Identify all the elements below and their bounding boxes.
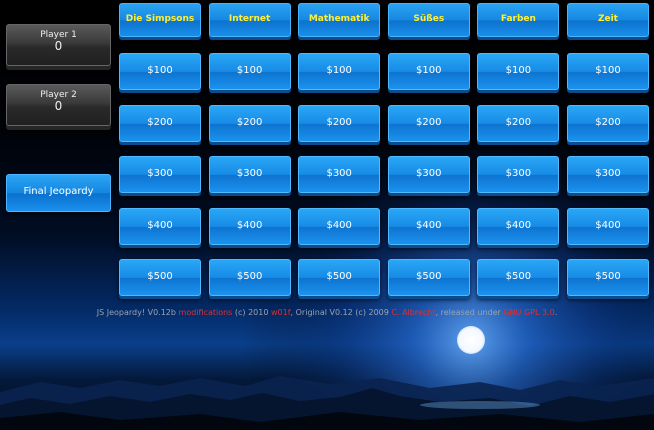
player-2-score-panel: Player 2 0 (6, 84, 111, 126)
category-header: Süßes (387, 3, 470, 37)
category-header: Farben (477, 3, 560, 37)
player-1-score-panel: Player 1 0 (6, 24, 111, 66)
question-tile[interactable]: $300 (119, 156, 201, 194)
jeopardy-board: Die Simpsons Internet Mathematik Süßes Farbe… (119, 3, 649, 311)
footer-text: , released under (435, 308, 504, 317)
question-tile[interactable]: $100 (477, 53, 560, 90)
question-tile[interactable]: $100 (119, 53, 201, 90)
question-tile[interactable]: $500 (119, 259, 201, 297)
c-albrecht-link[interactable]: C. Albrecht (391, 308, 435, 317)
player-1-score: 0 (54, 39, 63, 53)
question-tile[interactable]: $500 (477, 259, 560, 297)
question-tile[interactable]: $100 (298, 53, 381, 90)
question-tile[interactable]: $300 (477, 156, 560, 194)
player-2-score: 0 (54, 99, 63, 113)
category-header: Internet (208, 3, 291, 37)
gnu-gpl-link[interactable]: GNU GPL 3.0 (503, 308, 554, 317)
question-tile[interactable]: $500 (566, 259, 649, 297)
category-header: Zeit (566, 3, 649, 37)
footer-credits: JS Jeopardy! V0.12b modifications (c) 20… (0, 308, 654, 317)
question-tile[interactable]: $400 (387, 207, 470, 245)
question-tile[interactable]: $100 (387, 53, 470, 90)
question-tile[interactable]: $500 (387, 259, 470, 297)
question-tile[interactable]: $100 (566, 53, 649, 90)
moon-icon (457, 326, 485, 354)
w01f-link[interactable]: w01f (271, 308, 291, 317)
question-tile[interactable]: $200 (208, 104, 291, 142)
question-tile[interactable]: $400 (566, 207, 649, 245)
question-tile[interactable]: $200 (566, 104, 649, 142)
category-header: Die Simpsons (119, 3, 201, 37)
question-tile[interactable]: $400 (208, 207, 291, 245)
question-tile[interactable]: $400 (119, 207, 201, 245)
footer-text: , Original V0.12 (c) 2009 (290, 308, 392, 317)
category-header: Mathematik (298, 3, 381, 37)
question-tile[interactable]: $400 (298, 207, 381, 245)
question-tile[interactable]: $100 (208, 53, 291, 90)
final-jeopardy-button[interactable]: Final Jeopardy (6, 174, 111, 212)
modifications-link[interactable]: modifications (179, 308, 233, 317)
question-tile[interactable]: $200 (119, 104, 201, 142)
question-tile[interactable]: $300 (208, 156, 291, 194)
question-tile[interactable]: $200 (477, 104, 560, 142)
question-tile[interactable]: $300 (298, 156, 381, 194)
footer-text: (c) 2010 (232, 308, 271, 317)
footer-text: JS Jeopardy! V0.12b (96, 308, 179, 317)
question-tile[interactable]: $200 (298, 104, 381, 142)
question-tile[interactable]: $500 (298, 259, 381, 297)
question-tile[interactable]: $200 (387, 104, 470, 142)
question-tile[interactable]: $400 (477, 207, 560, 245)
footer-text: . (554, 308, 558, 317)
question-tile[interactable]: $300 (387, 156, 470, 194)
question-tile[interactable]: $300 (566, 156, 649, 194)
question-tile[interactable]: $500 (208, 259, 291, 297)
